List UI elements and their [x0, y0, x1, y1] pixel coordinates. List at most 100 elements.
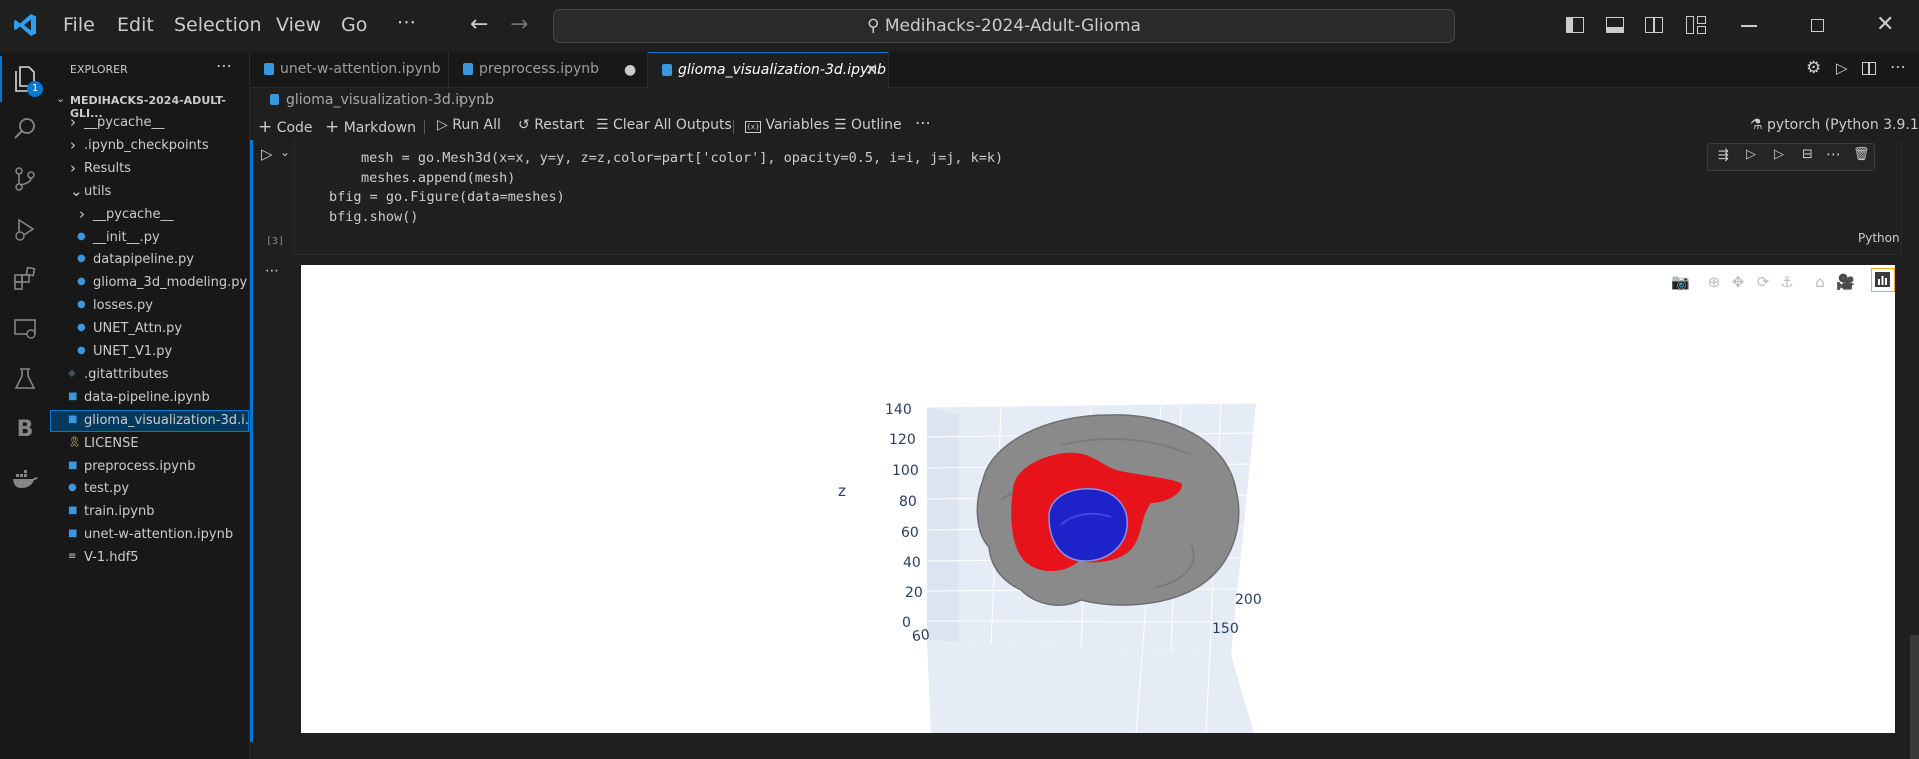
notebook-toolbar: + Code + Markdown ▷ Run All ↺ Restart ☰ … [250, 112, 1919, 140]
run-icon[interactable]: ▷ [1836, 59, 1848, 77]
tab-label: preprocess.ipynb [479, 61, 600, 77]
tab-glioma-visualization[interactable]: glioma_visualization-3d.ipynb ✕ [648, 52, 889, 88]
menu-edit[interactable]: Edit [117, 14, 154, 36]
tree-item-glioma-3d-modeling-py[interactable]: ● glioma_3d_modeling.py [50, 272, 249, 294]
unsaved-dot-icon[interactable]: ● [624, 62, 636, 78]
run-all-button[interactable]: ▷ Run All [437, 117, 501, 133]
tree-item-preprocess-ipynb[interactable]: ■ preprocess.ipynb [50, 456, 249, 478]
execute-cell-icon[interactable]: ▷ [261, 145, 273, 163]
tree-item-data-pipeline-ipynb[interactable]: ■ data-pipeline.ipynb [50, 387, 249, 409]
tab-unet-w-attention[interactable]: unet-w-attention.ipynb [250, 52, 449, 87]
tree-item-label: preprocess.ipynb [84, 458, 196, 474]
toggle-panel-icon[interactable] [1606, 17, 1624, 33]
run-below-icon[interactable]: ▷ [1774, 147, 1784, 162]
toggle-primary-sidebar-icon[interactable] [1566, 17, 1584, 33]
menu-selection[interactable]: Selection [174, 14, 262, 36]
minimize-icon[interactable] [1741, 25, 1757, 27]
scene-3d[interactable] [301, 265, 1895, 733]
tree-item-results[interactable]: › Results [50, 158, 249, 180]
outline-button[interactable]: ☰ Outline [834, 117, 902, 133]
testing-icon[interactable] [0, 357, 50, 401]
run-above-icon[interactable]: ⇶ [1718, 148, 1729, 163]
source-control-icon[interactable] [0, 157, 50, 201]
notebook-icon [270, 94, 279, 105]
run-cell-and-below-icon[interactable]: ▷ [1746, 147, 1756, 162]
tree-item-train-ipynb[interactable]: ■ train.ipynb [50, 501, 249, 523]
notebook-icon: ■ [68, 413, 78, 425]
tree-item-label: .ipynb_checkpoints [84, 137, 209, 153]
tree-item-init-py[interactable]: ● __init__.py [50, 227, 249, 249]
cell-more-icon[interactable]: ⋯ [1826, 145, 1841, 163]
close-window-icon[interactable]: ✕ [1876, 12, 1894, 37]
kernel-picker[interactable]: ⚗ pytorch (Python 3.9.19) [1750, 117, 1919, 133]
notebook-icon: ■ [68, 505, 78, 517]
variables-button[interactable]: {x} Variables [745, 117, 829, 133]
close-tab-icon[interactable]: ✕ [865, 60, 878, 79]
plot-output[interactable]: 📷 ⊕ ✥ ⟳ ⚓ ⌂ 🎥 z 140 120 100 80 60 40 20 … [301, 265, 1895, 733]
remote-explorer-icon[interactable] [0, 307, 50, 351]
menu-view[interactable]: View [276, 14, 321, 36]
cell-toolbar: ⇶ ▷ ▷ ⊟ ⋯ 🗑 [1707, 143, 1875, 171]
tree-item-pycache[interactable]: › __pycache__ [50, 204, 249, 226]
settings-gear-icon[interactable]: ⚙ [1806, 58, 1821, 78]
clear-outputs-button[interactable]: ☰ Clear All Outputs [596, 117, 732, 133]
tree-item-unet-v1-py[interactable]: ● UNET_V1.py [50, 341, 249, 363]
tree-item-glioma-visualization-3d-i[interactable]: ■ glioma_visualization-3d.i... [50, 409, 257, 432]
more-actions-icon[interactable]: ⋯ [1890, 57, 1906, 76]
toggle-secondary-sidebar-icon[interactable] [1645, 17, 1663, 33]
execute-dropdown-icon[interactable]: ⌄ [280, 145, 290, 159]
restart-button[interactable]: ↺ Restart [518, 117, 585, 133]
tab-preprocess[interactable]: preprocess.ipynb ● [449, 52, 648, 87]
explorer-icon[interactable]: 1 [0, 57, 50, 101]
back-arrow-icon[interactable]: ← [470, 12, 488, 37]
b-extension-icon[interactable]: B [0, 407, 50, 451]
search-view-icon[interactable] [0, 107, 50, 151]
tree-item-ipynb-checkpoints[interactable]: › .ipynb_checkpoints [50, 135, 249, 157]
forward-arrow-icon[interactable]: → [510, 12, 528, 37]
explorer-more-icon[interactable]: ⋯ [216, 56, 232, 75]
tree-item-unet-attn-py[interactable]: ● UNET_Attn.py [50, 318, 249, 340]
tree-item-gitattributes[interactable]: ◆ .gitattributes [50, 364, 249, 386]
license-icon: 🎗 [68, 436, 81, 448]
split-cell-icon[interactable]: ⊟ [1802, 147, 1813, 162]
tree-item-test-py[interactable]: ● test.py [50, 478, 249, 500]
add-code-cell-button[interactable]: + Code [258, 117, 313, 137]
tree-item-license[interactable]: 🎗 LICENSE [50, 433, 249, 455]
python-icon: ● [68, 482, 77, 494]
tree-item-pycache[interactable]: › __pycache__ [50, 112, 249, 134]
toolbar-more-button[interactable]: ⋯ [915, 113, 931, 132]
extensions-icon[interactable] [0, 257, 50, 301]
tumor-mesh [1048, 488, 1128, 562]
menu-more[interactable]: ⋯ [397, 11, 416, 33]
menu-file[interactable]: File [63, 14, 95, 36]
docker-icon[interactable] [0, 457, 50, 501]
split-editor-icon[interactable] [1862, 62, 1876, 75]
z-tick: 120 [889, 432, 916, 448]
z-axis-label: z [838, 482, 846, 500]
restore-icon[interactable] [1811, 19, 1824, 32]
tree-item-utils[interactable]: ⌄ utils [50, 181, 249, 203]
workspace-root[interactable]: ⌄ MEDIHACKS-2024-ADULT-GLI... [50, 90, 249, 120]
code-line[interactable]: bfig = go.Figure(data=meshes) [329, 189, 565, 205]
delete-cell-icon[interactable]: 🗑 [1853, 147, 1870, 162]
tree-item-losses-py[interactable]: ● losses.py [50, 295, 249, 317]
tree-item-datapipeline-py[interactable]: ● datapipeline.py [50, 249, 249, 271]
tree-item-v-1-hdf5[interactable]: ≡ V-1.hdf5 [50, 547, 249, 569]
code-line[interactable]: bfig.show() [329, 209, 418, 225]
customize-layout-icon[interactable] [1686, 16, 1706, 34]
code-line[interactable]: mesh = go.Mesh3d(x=x, y=y, z=z,color=par… [361, 150, 1003, 166]
menu-go[interactable]: Go [341, 14, 367, 36]
variables-label: Variables [765, 117, 830, 133]
run-debug-icon[interactable] [0, 207, 50, 251]
folder-open-icon: ⌄ [70, 181, 83, 200]
tree-item-label: Results [84, 160, 131, 176]
output-more-icon[interactable]: ⋯ [265, 263, 279, 279]
tree-item-unet-w-attention-ipynb[interactable]: ■ unet-w-attention.ipynb [50, 524, 249, 546]
add-markdown-cell-button[interactable]: + Markdown [325, 117, 416, 137]
breadcrumb-more[interactable]: ... [480, 92, 493, 108]
code-cell[interactable]: mesh = go.Mesh3d(x=x, y=y, z=z,color=par… [294, 140, 1902, 255]
command-center-search[interactable]: ⚲ Medihacks-2024-Adult-Glioma [553, 9, 1455, 43]
editor-scrollbar[interactable] [1910, 635, 1919, 759]
cell-language-label[interactable]: Python [1858, 231, 1900, 245]
code-line[interactable]: meshes.append(mesh) [361, 170, 515, 186]
